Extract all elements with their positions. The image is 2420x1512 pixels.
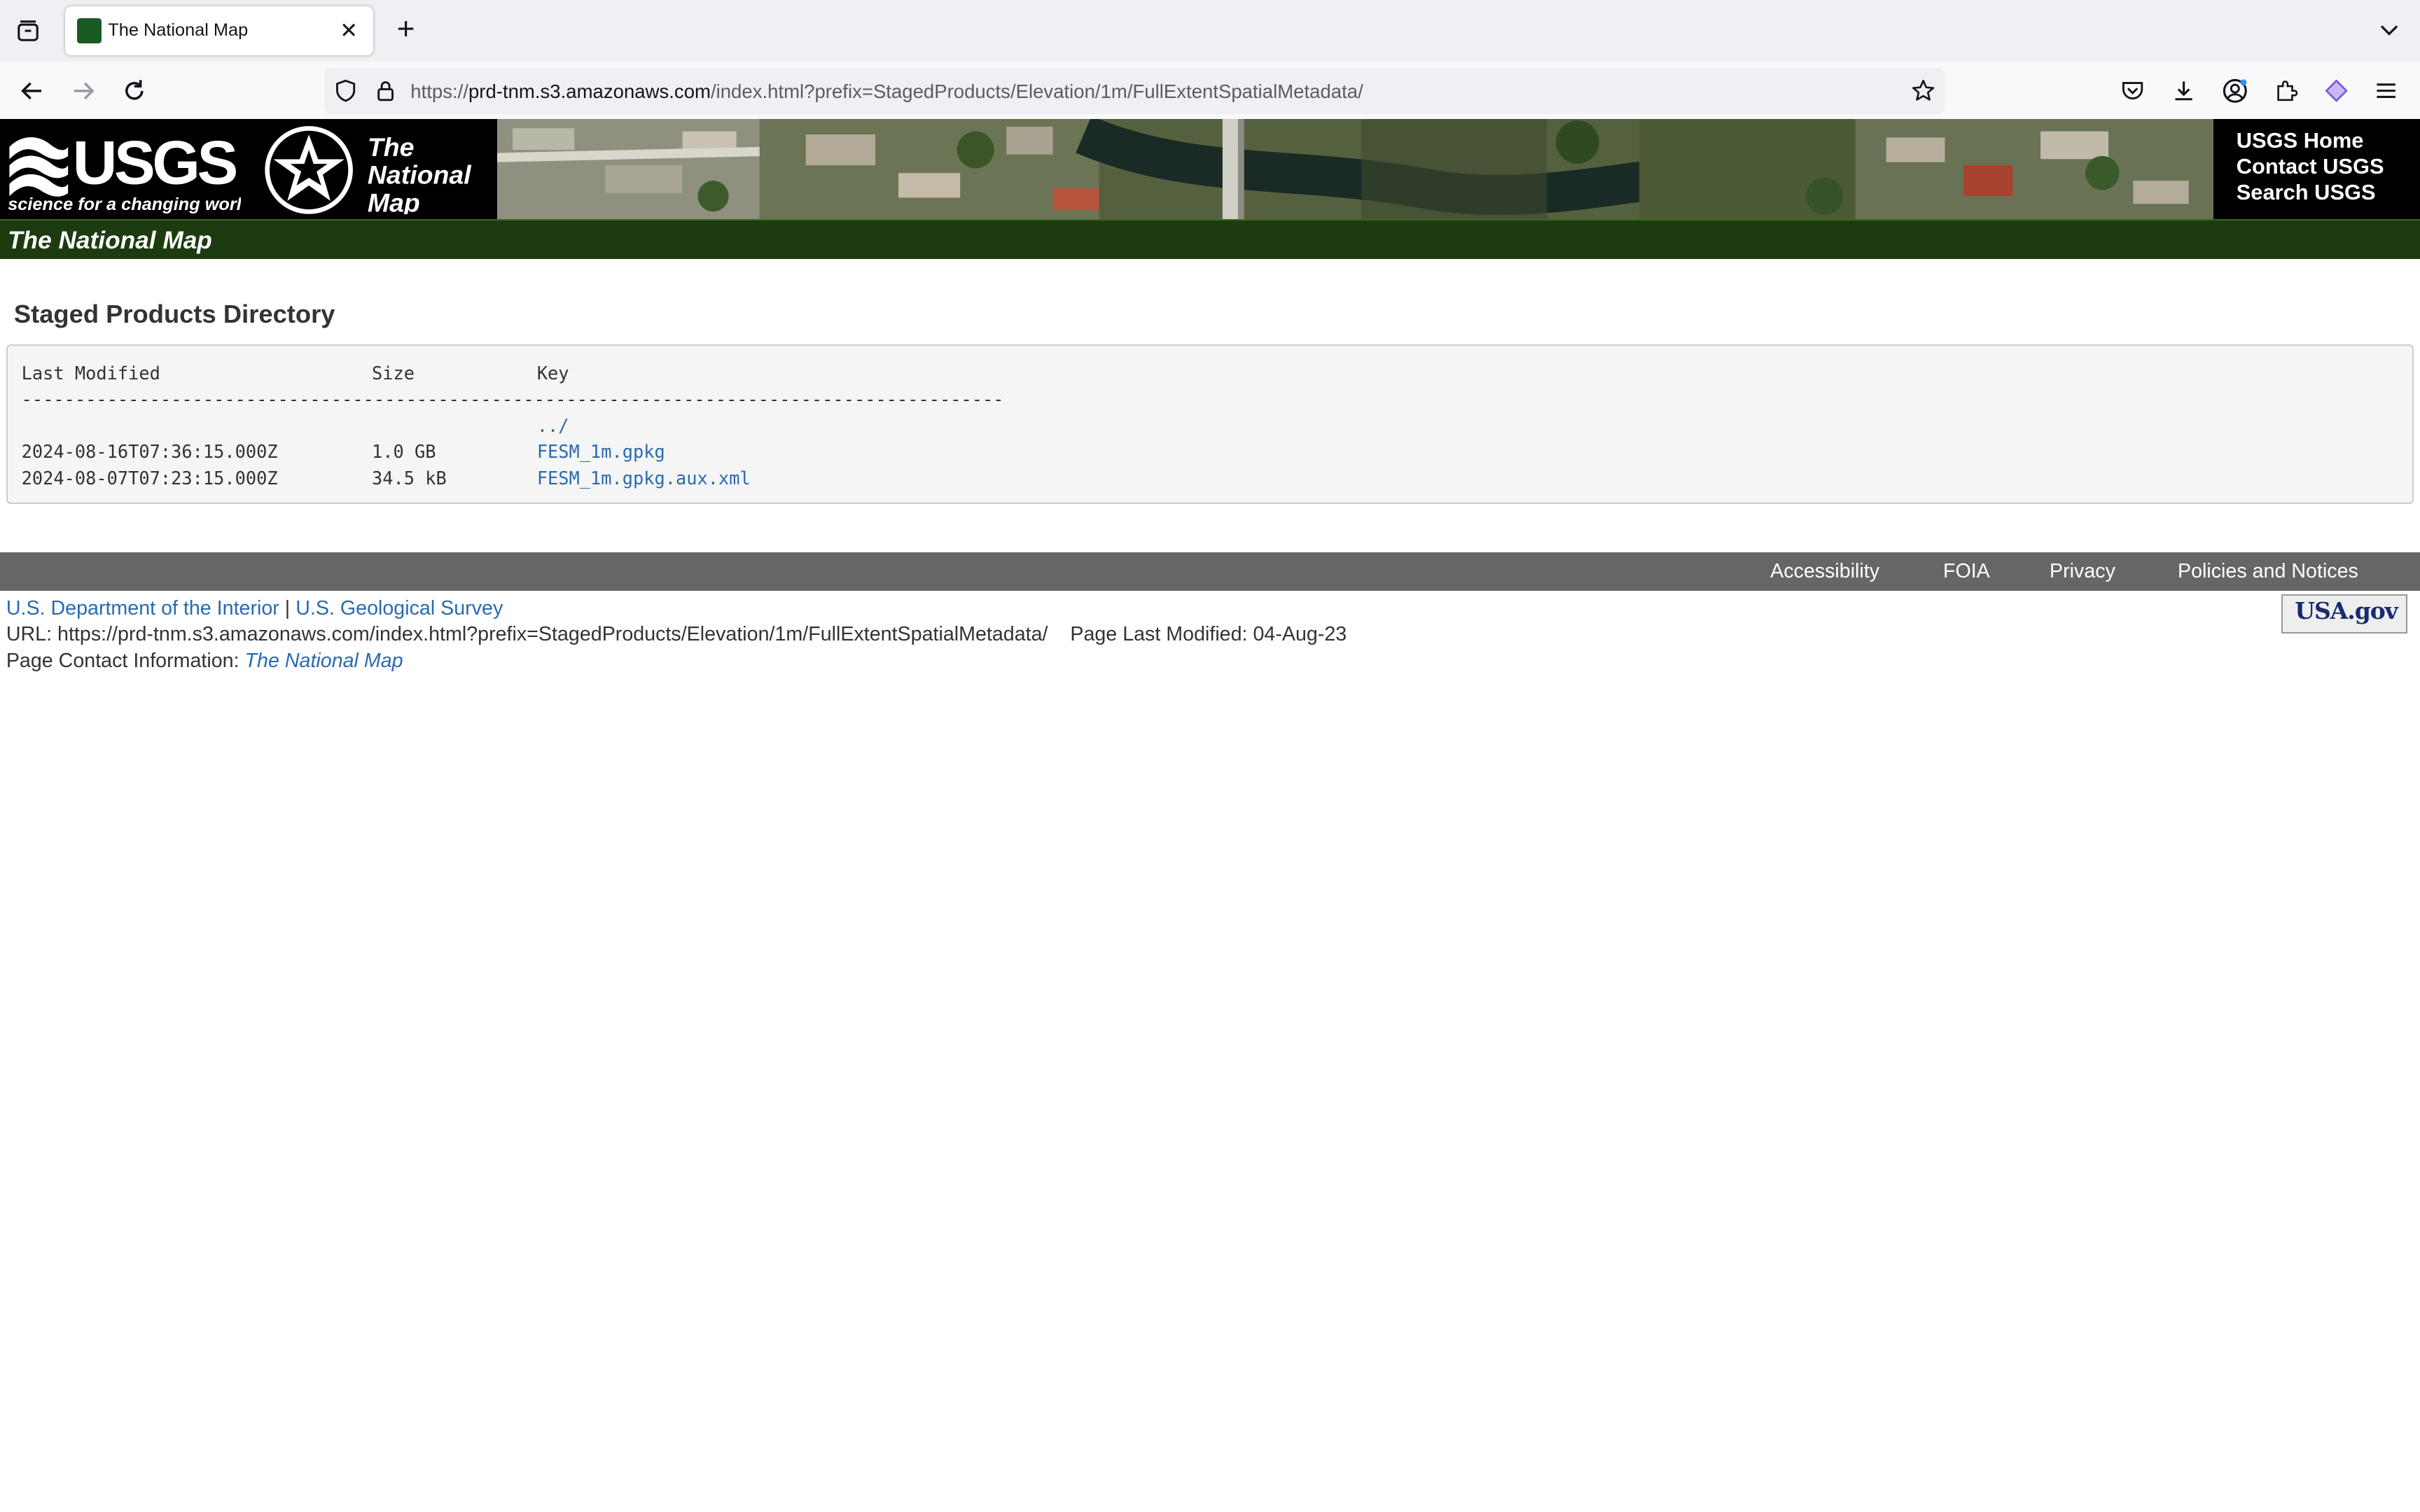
svg-text:Map: Map [368, 188, 420, 214]
policies-notices-link[interactable]: Policies and Notices [2178, 560, 2358, 583]
close-tab-icon[interactable]: ✕ [333, 15, 364, 46]
aerial-photo [496, 118, 2213, 219]
tab-title: The National Map [108, 20, 249, 40]
site-title-bar: The National Map [0, 218, 2420, 260]
svg-text:science for a changing world: science for a changing world [8, 195, 241, 214]
usgs-favicon-icon [77, 18, 102, 43]
shield-icon[interactable] [333, 78, 358, 109]
svg-text:USGS: USGS [73, 127, 237, 197]
last-modified-value: 04-Aug-23 [1253, 623, 1347, 646]
contact-usgs-link[interactable]: Contact USGS [2237, 154, 2384, 180]
row-1-size: 1.0 GB [371, 441, 436, 463]
contact-link[interactable]: The National Map [245, 650, 403, 672]
row-2-last-modified: 2024-08-07T07:23:15.000Z [21, 467, 278, 489]
last-modified-label: Page Last Modified: [1070, 623, 1248, 646]
privacy-link[interactable]: Privacy [2050, 560, 2115, 583]
usagov-logo[interactable]: USA.gov [2281, 594, 2407, 634]
new-tab-icon[interactable]: + [389, 13, 422, 48]
doi-link[interactable]: U.S. Department of the Interior [6, 597, 279, 620]
contact-label: Page Contact Information: [6, 649, 239, 672]
column-header-key: Key [536, 362, 569, 384]
column-header-size: Size [371, 362, 415, 384]
column-header-last-modified: Last Modified [21, 362, 160, 384]
usgs-logo[interactable]: USGS science for a changing world [6, 125, 241, 215]
row-1-file-link[interactable]: FESM_1m.gpkg [537, 441, 665, 462]
national-map-logo[interactable]: The National Map [263, 125, 494, 215]
site-title: The National Map [8, 226, 212, 254]
account-icon[interactable] [2218, 74, 2251, 108]
row-2-size: 34.5 kB [371, 467, 447, 489]
usgs-header-banner: USGS science for a changing world The Na… [0, 118, 2420, 219]
parent-directory-link[interactable]: ../ [537, 415, 569, 436]
footer-info: U.S. Department of the Interior | U.S. G… [6, 596, 1347, 674]
usagov-logo-text: USA.gov [2295, 596, 2398, 624]
directory-listing: Last Modified Size Key -----------------… [6, 344, 2414, 505]
url-text: https://prd-tnm.s3.amazonaws.com/index.h… [410, 80, 1363, 102]
pocket-icon[interactable] [2116, 74, 2150, 108]
foia-link[interactable]: FOIA [1943, 560, 1990, 583]
back-icon[interactable] [15, 74, 49, 108]
footer-divider: | [284, 596, 291, 620]
banner-links: USGS Home Contact USGS Search USGS [2237, 128, 2384, 205]
browser-nav-bar: https://prd-tnm.s3.amazonaws.com/index.h… [0, 62, 2420, 120]
footer-nav: Accessibility FOIA Privacy Policies and … [0, 552, 2420, 592]
search-usgs-link[interactable]: Search USGS [2237, 180, 2384, 206]
menu-icon[interactable] [2369, 74, 2402, 108]
browser-tab-bar: The National Map ✕ + [0, 0, 2420, 62]
header-separator: ----------------------------------------… [21, 388, 1004, 410]
tab-overview-icon[interactable] [13, 15, 43, 46]
extension-icon[interactable] [2320, 74, 2353, 108]
lock-icon[interactable] [373, 78, 398, 109]
bookmark-star-icon[interactable] [1911, 78, 1935, 109]
svg-text:National: National [368, 160, 472, 189]
url-value: https://prd-tnm.s3.amazonaws.com/index.h… [57, 623, 1048, 646]
extensions-icon[interactable] [2269, 74, 2302, 108]
page-title: Staged Products Directory [13, 299, 335, 328]
svg-text:The: The [368, 132, 415, 162]
url-label: URL: [6, 623, 53, 646]
address-bar[interactable]: https://prd-tnm.s3.amazonaws.com/index.h… [324, 67, 1945, 115]
reload-icon[interactable] [118, 74, 151, 108]
usgs-footer-link[interactable]: U.S. Geological Survey [295, 597, 503, 620]
tab-list-icon[interactable] [2374, 15, 2405, 46]
download-icon[interactable] [2167, 74, 2201, 108]
forward-icon[interactable] [67, 74, 100, 108]
usgs-home-link[interactable]: USGS Home [2237, 128, 2384, 154]
row-1-last-modified: 2024-08-16T07:36:15.000Z [21, 441, 278, 463]
browser-tab[interactable]: The National Map ✕ [64, 6, 374, 56]
accessibility-link[interactable]: Accessibility [1770, 560, 1879, 583]
row-2-file-link[interactable]: FESM_1m.gpkg.aux.xml [537, 468, 751, 489]
